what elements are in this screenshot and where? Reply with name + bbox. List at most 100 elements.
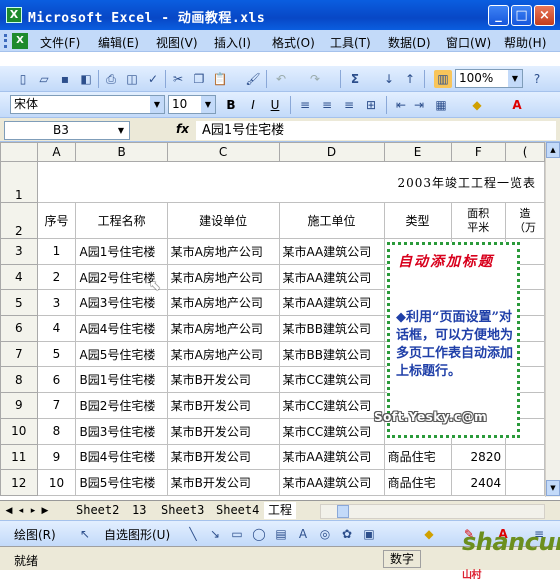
column-header-E[interactable]: E <box>383 142 452 162</box>
cell-builder[interactable]: 某市A房地产公司 <box>166 340 280 368</box>
menu-help[interactable]: 帮助(H) <box>504 34 546 51</box>
cell-type[interactable]: 商品住宅 <box>383 443 452 471</box>
scroll-down-icon[interactable]: ▼ <box>546 480 560 496</box>
header-contractor[interactable]: 施工单位 <box>278 202 385 239</box>
cell-contractor[interactable]: 某市BB建筑公司 <box>278 340 385 368</box>
chevron-down-icon[interactable]: ▼ <box>114 122 128 139</box>
cell-name[interactable]: A园5号住宅楼 <box>75 340 168 368</box>
borders-icon[interactable]: ▦ <box>432 96 450 114</box>
font-select[interactable]: 宋体 ▼ <box>10 95 165 114</box>
cell-contractor[interactable]: 某市AA建筑公司 <box>278 289 385 317</box>
cell-builder[interactable]: 某市A房地产公司 <box>166 263 280 291</box>
cell-builder[interactable]: 某市B开发公司 <box>166 469 280 496</box>
permission-icon[interactable]: ◧ <box>77 70 95 88</box>
column-header-G[interactable]: ( <box>505 142 545 162</box>
cell-seq[interactable]: 5 <box>36 340 77 368</box>
row-header[interactable]: 10 <box>0 417 38 445</box>
cell-contractor[interactable]: 某市AA建筑公司 <box>278 443 385 471</box>
align-right-icon[interactable]: ≡ <box>340 96 358 114</box>
row-header[interactable]: 6 <box>0 315 38 342</box>
menu-tools[interactable]: 工具(T) <box>330 34 371 51</box>
close-button[interactable]: × <box>534 5 555 26</box>
document-icon[interactable]: X <box>12 33 28 49</box>
cell-area[interactable]: 2404 <box>450 469 507 496</box>
font-color-icon[interactable]: A <box>508 96 526 114</box>
column-header-F[interactable]: F <box>450 142 507 162</box>
toolbar-grip[interactable] <box>4 34 7 48</box>
diagram-icon[interactable]: ◎ <box>316 525 334 543</box>
maximize-button[interactable]: □ <box>511 5 532 26</box>
print-preview-icon[interactable]: ◫ <box>123 70 141 88</box>
cell-cost[interactable] <box>505 469 545 496</box>
cell-seq[interactable]: 7 <box>36 392 77 419</box>
undo-icon[interactable]: ↶ <box>272 70 290 88</box>
help-icon[interactable]: ? <box>528 70 546 88</box>
new-icon[interactable]: ▯ <box>14 70 32 88</box>
cell-name[interactable]: A园4号住宅楼 <box>75 315 168 342</box>
menu-format[interactable]: 格式(O) <box>272 34 315 51</box>
print-icon[interactable]: ⎙ <box>102 70 120 88</box>
cell-contractor[interactable]: 某市AA建筑公司 <box>278 238 385 265</box>
draw-menu-button[interactable]: 绘图(R) <box>14 526 56 543</box>
cell-seq[interactable]: 9 <box>36 443 77 471</box>
header-type[interactable]: 类型 <box>383 202 452 239</box>
tab-gongcheng[interactable]: 工程 <box>264 502 297 519</box>
autoshape-menu-button[interactable]: 自选图形(U) <box>104 526 170 543</box>
cell-contractor[interactable]: 某市CC建筑公司 <box>278 366 385 394</box>
minimize-button[interactable]: _ <box>488 5 509 26</box>
fill-color-icon[interactable]: ◆ <box>468 96 486 114</box>
first-sheet-icon[interactable]: ◀ <box>4 504 14 518</box>
formula-input[interactable]: A园1号住宅楼 <box>196 121 556 140</box>
header-cost[interactable]: 造（万 <box>505 202 545 239</box>
italic-button[interactable]: I <box>244 96 262 114</box>
column-header-C[interactable]: C <box>166 142 280 162</box>
last-sheet-icon[interactable]: ▶ <box>40 504 50 518</box>
prev-sheet-icon[interactable]: ◂ <box>16 504 26 518</box>
autosum-icon[interactable]: Σ <box>346 70 364 88</box>
column-header-B[interactable]: B <box>75 142 168 162</box>
cell-name[interactable]: B园3号住宅楼 <box>75 417 168 445</box>
sort-descending-icon[interactable]: ↑ <box>401 70 419 88</box>
align-center-icon[interactable]: ≡ <box>318 96 336 114</box>
menu-edit[interactable]: 编辑(E) <box>98 34 139 51</box>
header-name[interactable]: 工程名称 <box>75 202 168 239</box>
spelling-icon[interactable]: ✓ <box>144 70 162 88</box>
chevron-down-icon[interactable]: ▼ <box>201 96 215 113</box>
header-seq[interactable]: 序号 <box>36 202 77 239</box>
wordart-icon[interactable]: A <box>294 525 312 543</box>
picture-icon[interactable]: ▣ <box>360 525 378 543</box>
cell-seq[interactable]: 8 <box>36 417 77 445</box>
row-header[interactable]: 7 <box>0 340 38 368</box>
scroll-thumb[interactable] <box>337 505 349 518</box>
cell-seq[interactable]: 3 <box>36 289 77 317</box>
row-header[interactable]: 9 <box>0 392 38 419</box>
tab-13[interactable]: 13 <box>128 502 151 519</box>
row-header[interactable]: 3 <box>0 238 38 265</box>
function-icon[interactable]: fx <box>176 122 189 136</box>
cell-seq[interactable]: 2 <box>36 263 77 291</box>
textbox-icon[interactable]: ▤ <box>272 525 290 543</box>
menu-insert[interactable]: 插入(I) <box>214 34 251 51</box>
merge-center-icon[interactable]: ⊞ <box>362 96 380 114</box>
menu-window[interactable]: 窗口(W) <box>446 34 491 51</box>
chevron-down-icon[interactable]: ▼ <box>150 96 164 113</box>
tab-sheet3[interactable]: Sheet3 <box>157 502 209 519</box>
cell-contractor[interactable]: 某市AA建筑公司 <box>278 469 385 496</box>
chevron-down-icon[interactable]: ▼ <box>508 70 522 87</box>
menu-view[interactable]: 视图(V) <box>156 34 198 51</box>
cell-seq[interactable]: 10 <box>36 469 77 496</box>
cell-name[interactable]: B园5号住宅楼 <box>75 469 168 496</box>
header-builder[interactable]: 建设单位 <box>166 202 280 239</box>
indent-increase-icon[interactable]: ⇥ <box>410 96 428 114</box>
cell-contractor[interactable]: 某市CC建筑公司 <box>278 417 385 445</box>
column-header-A[interactable]: A <box>36 142 77 162</box>
clipart-icon[interactable]: ✿ <box>338 525 356 543</box>
cell-name[interactable]: B园2号住宅楼 <box>75 392 168 419</box>
align-left-icon[interactable]: ≡ <box>296 96 314 114</box>
save-icon[interactable]: ▪ <box>56 70 74 88</box>
cell-area[interactable]: 2820 <box>450 443 507 471</box>
sort-ascending-icon[interactable]: ↓ <box>380 70 398 88</box>
zoom-select[interactable]: 100% ▼ <box>455 69 523 88</box>
cell-name[interactable]: B园1号住宅楼 <box>75 366 168 394</box>
rectangle-icon[interactable]: ▭ <box>228 525 246 543</box>
